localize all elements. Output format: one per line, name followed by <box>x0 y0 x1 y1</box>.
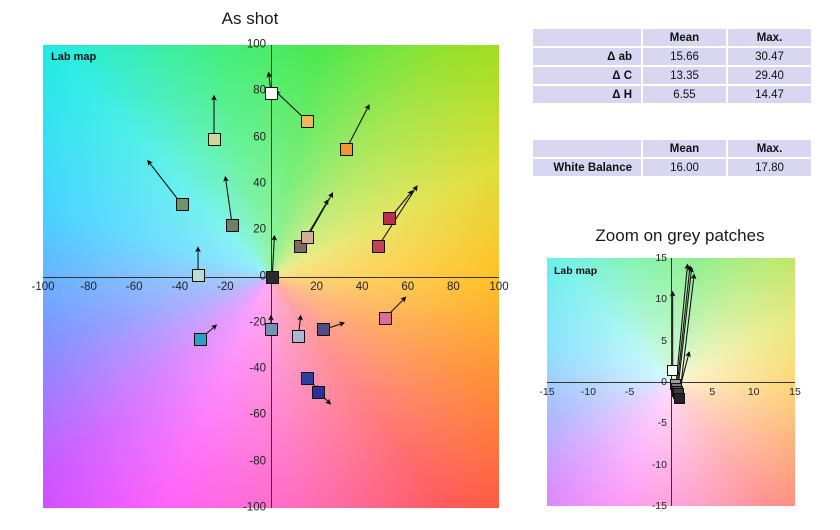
table-row: Δ C 13.35 29.40 <box>533 67 811 84</box>
row-max: 30.47 <box>728 48 811 65</box>
zoom-tick-labels: -15 -10 -5 5 10 15 -15 -10 -5 0 5 10 15 <box>539 253 800 511</box>
x-tick-label: -100 <box>31 280 55 293</box>
row-mean: 6.55 <box>643 86 726 103</box>
row-max: 14.47 <box>728 86 811 103</box>
metrics-table: Mean Max. Δ ab 15.66 30.47 Δ C 13.35 29.… <box>531 27 813 105</box>
table-header-row: Mean Max. <box>533 140 811 157</box>
row-max: 29.40 <box>728 67 811 84</box>
y-tick-label: 0 <box>661 375 667 388</box>
metrics-col-mean: Mean <box>643 29 726 46</box>
x-tick-label: -15 <box>539 386 555 398</box>
x-tick-label: 60 <box>401 280 415 293</box>
x-tick-label: 5 <box>709 386 716 398</box>
y-tick-label: 100 <box>246 38 266 51</box>
x-tick-label: -5 <box>624 386 635 398</box>
y-tick-label: 10 <box>655 293 667 306</box>
x-tick-label: -80 <box>80 280 97 293</box>
x-tick-label: 20 <box>310 280 323 293</box>
y-tick-label: 60 <box>253 130 266 143</box>
metrics-col-blank <box>533 29 641 46</box>
x-tick-label: 15 <box>789 386 801 398</box>
y-tick-label: -10 <box>651 458 667 471</box>
y-tick-label: -80 <box>249 454 266 467</box>
y-tick-label: -20 <box>249 316 266 329</box>
zoom-chart-title: Zoom on grey patches <box>595 226 765 245</box>
table-row: Δ ab 15.66 30.47 <box>533 48 811 65</box>
main-chart-title: As shot <box>221 9 279 28</box>
y-tick-label: -60 <box>249 408 266 421</box>
row-label: White Balance <box>533 159 641 176</box>
y-tick-label: -15 <box>651 499 667 512</box>
y-tick-label: 15 <box>655 251 667 264</box>
y-tick-label: 40 <box>253 177 266 190</box>
x-tick-label: 10 <box>747 386 760 398</box>
x-tick-label: -40 <box>171 280 189 293</box>
table-row: Δ H 6.55 14.47 <box>533 86 811 103</box>
x-tick-label: 80 <box>446 280 460 293</box>
wb-col-mean: Mean <box>643 140 726 157</box>
x-tick-label: 100 <box>489 280 509 293</box>
main-tick-labels: -100 -80 -60 -40 -20 20 40 60 80 100 -100 -80 -60 -40… <box>31 39 508 513</box>
y-tick-label: -40 <box>249 362 266 375</box>
y-tick-label: -5 <box>657 417 667 430</box>
y-tick-label: 80 <box>253 84 266 97</box>
metrics-col-max: Max. <box>728 29 811 46</box>
x-tick-label: -10 <box>580 386 596 398</box>
wb-col-blank <box>533 140 641 157</box>
row-mean: 15.66 <box>643 48 726 65</box>
table-row: White Balance 16.00 17.80 <box>533 159 811 176</box>
as-shot-lab-plot: Lab map -100 -80 -60 -40 -20 20 40 60 80 100 -100-… <box>31 39 508 513</box>
y-tick-label: 5 <box>661 334 667 347</box>
x-tick-label: 40 <box>355 280 369 293</box>
x-tick-label: -20 <box>217 280 234 293</box>
row-mean: 16.00 <box>643 159 726 176</box>
row-label: Δ C <box>533 67 641 84</box>
zoom-grey-lab-plot: Lab map -15 -10 -5 5 10 15 -15 -10 -5 0 5 10 15 <box>539 253 800 511</box>
y-tick-label: 0 <box>259 269 266 282</box>
table-header-row: Mean Max. <box>533 29 811 46</box>
row-max: 17.80 <box>728 159 811 176</box>
row-label: Δ ab <box>533 48 641 65</box>
white-balance-table: Mean Max. White Balance 16.00 17.80 <box>531 138 813 178</box>
row-mean: 13.35 <box>643 67 726 84</box>
wb-col-max: Max. <box>728 140 811 157</box>
row-label: Δ H <box>533 86 641 103</box>
y-tick-label: -100 <box>242 501 266 514</box>
x-tick-label: -60 <box>125 280 143 293</box>
y-tick-label: 20 <box>253 223 266 236</box>
